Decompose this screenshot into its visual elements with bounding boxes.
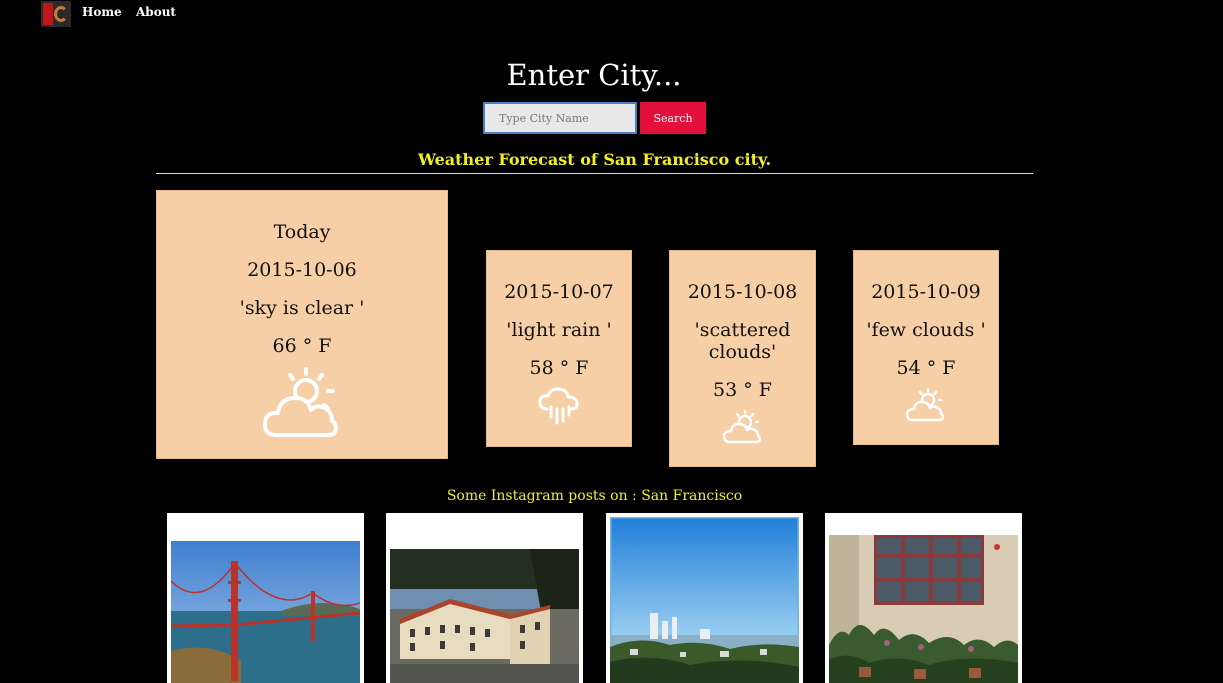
forecast-description: 'light rain ': [506, 319, 612, 341]
forecast-today-label: Today: [273, 221, 331, 243]
instagram-post[interactable]: [167, 513, 364, 683]
partly-cloudy-sun-icon: [906, 387, 945, 422]
section-divider: [156, 173, 1033, 174]
forecast-date: 2015-10-08: [687, 281, 798, 303]
site-logo[interactable]: [41, 1, 71, 27]
building-facade-plants-photo: [829, 535, 1018, 683]
instagram-post[interactable]: [386, 513, 583, 683]
nav-about-link[interactable]: About: [136, 5, 176, 19]
spanish-style-building-photo: [390, 549, 579, 683]
logo-i-mark: [43, 3, 53, 25]
forecast-card-today: Today 2015-10-06 'sky is clear ' 66 ° F: [156, 190, 448, 459]
forecast-card-day-3: 2015-10-09 'few clouds ' 54 ° F: [853, 250, 999, 445]
rain-cloud-icon: [538, 387, 579, 425]
search-button[interactable]: Search: [640, 102, 706, 134]
partly-cloudy-sun-icon: [262, 367, 338, 437]
instagram-post[interactable]: [606, 513, 803, 683]
city-search-input[interactable]: [483, 102, 637, 134]
forecast-temperature: 54 ° F: [896, 357, 956, 379]
golden-gate-bridge-photo: [171, 541, 360, 683]
forecast-date: 2015-10-06: [247, 259, 357, 281]
forecast-description: 'few clouds ': [866, 319, 986, 341]
logo-c-mark: [54, 6, 68, 22]
forecast-temperature: 58 ° F: [529, 357, 589, 379]
forecast-date: 2015-10-09: [871, 281, 981, 303]
forecast-description: 'scattered clouds': [694, 319, 791, 363]
nav-home-link[interactable]: Home: [82, 5, 122, 19]
partly-cloudy-sun-icon: [722, 409, 761, 444]
forecast-card-day-2: 2015-10-08 'scattered clouds' 53 ° F: [669, 250, 816, 467]
forecast-temperature: 66 ° F: [272, 335, 332, 357]
forecast-date: 2015-10-07: [504, 281, 614, 303]
instagram-post[interactable]: [825, 513, 1022, 683]
city-skyline-photo: [610, 517, 799, 683]
top-navbar: Home About: [0, 0, 1223, 28]
forecast-description: 'sky is clear ': [239, 297, 365, 319]
instagram-heading: Some Instagram posts on : San Francisco: [446, 488, 743, 504]
forecast-heading: Weather Forecast of San Francisco city.: [417, 150, 772, 169]
page-title: Enter City...: [506, 58, 682, 92]
forecast-card-day-1: 2015-10-07 'light rain ' 58 ° F: [486, 250, 632, 447]
forecast-temperature: 53 ° F: [713, 379, 772, 401]
